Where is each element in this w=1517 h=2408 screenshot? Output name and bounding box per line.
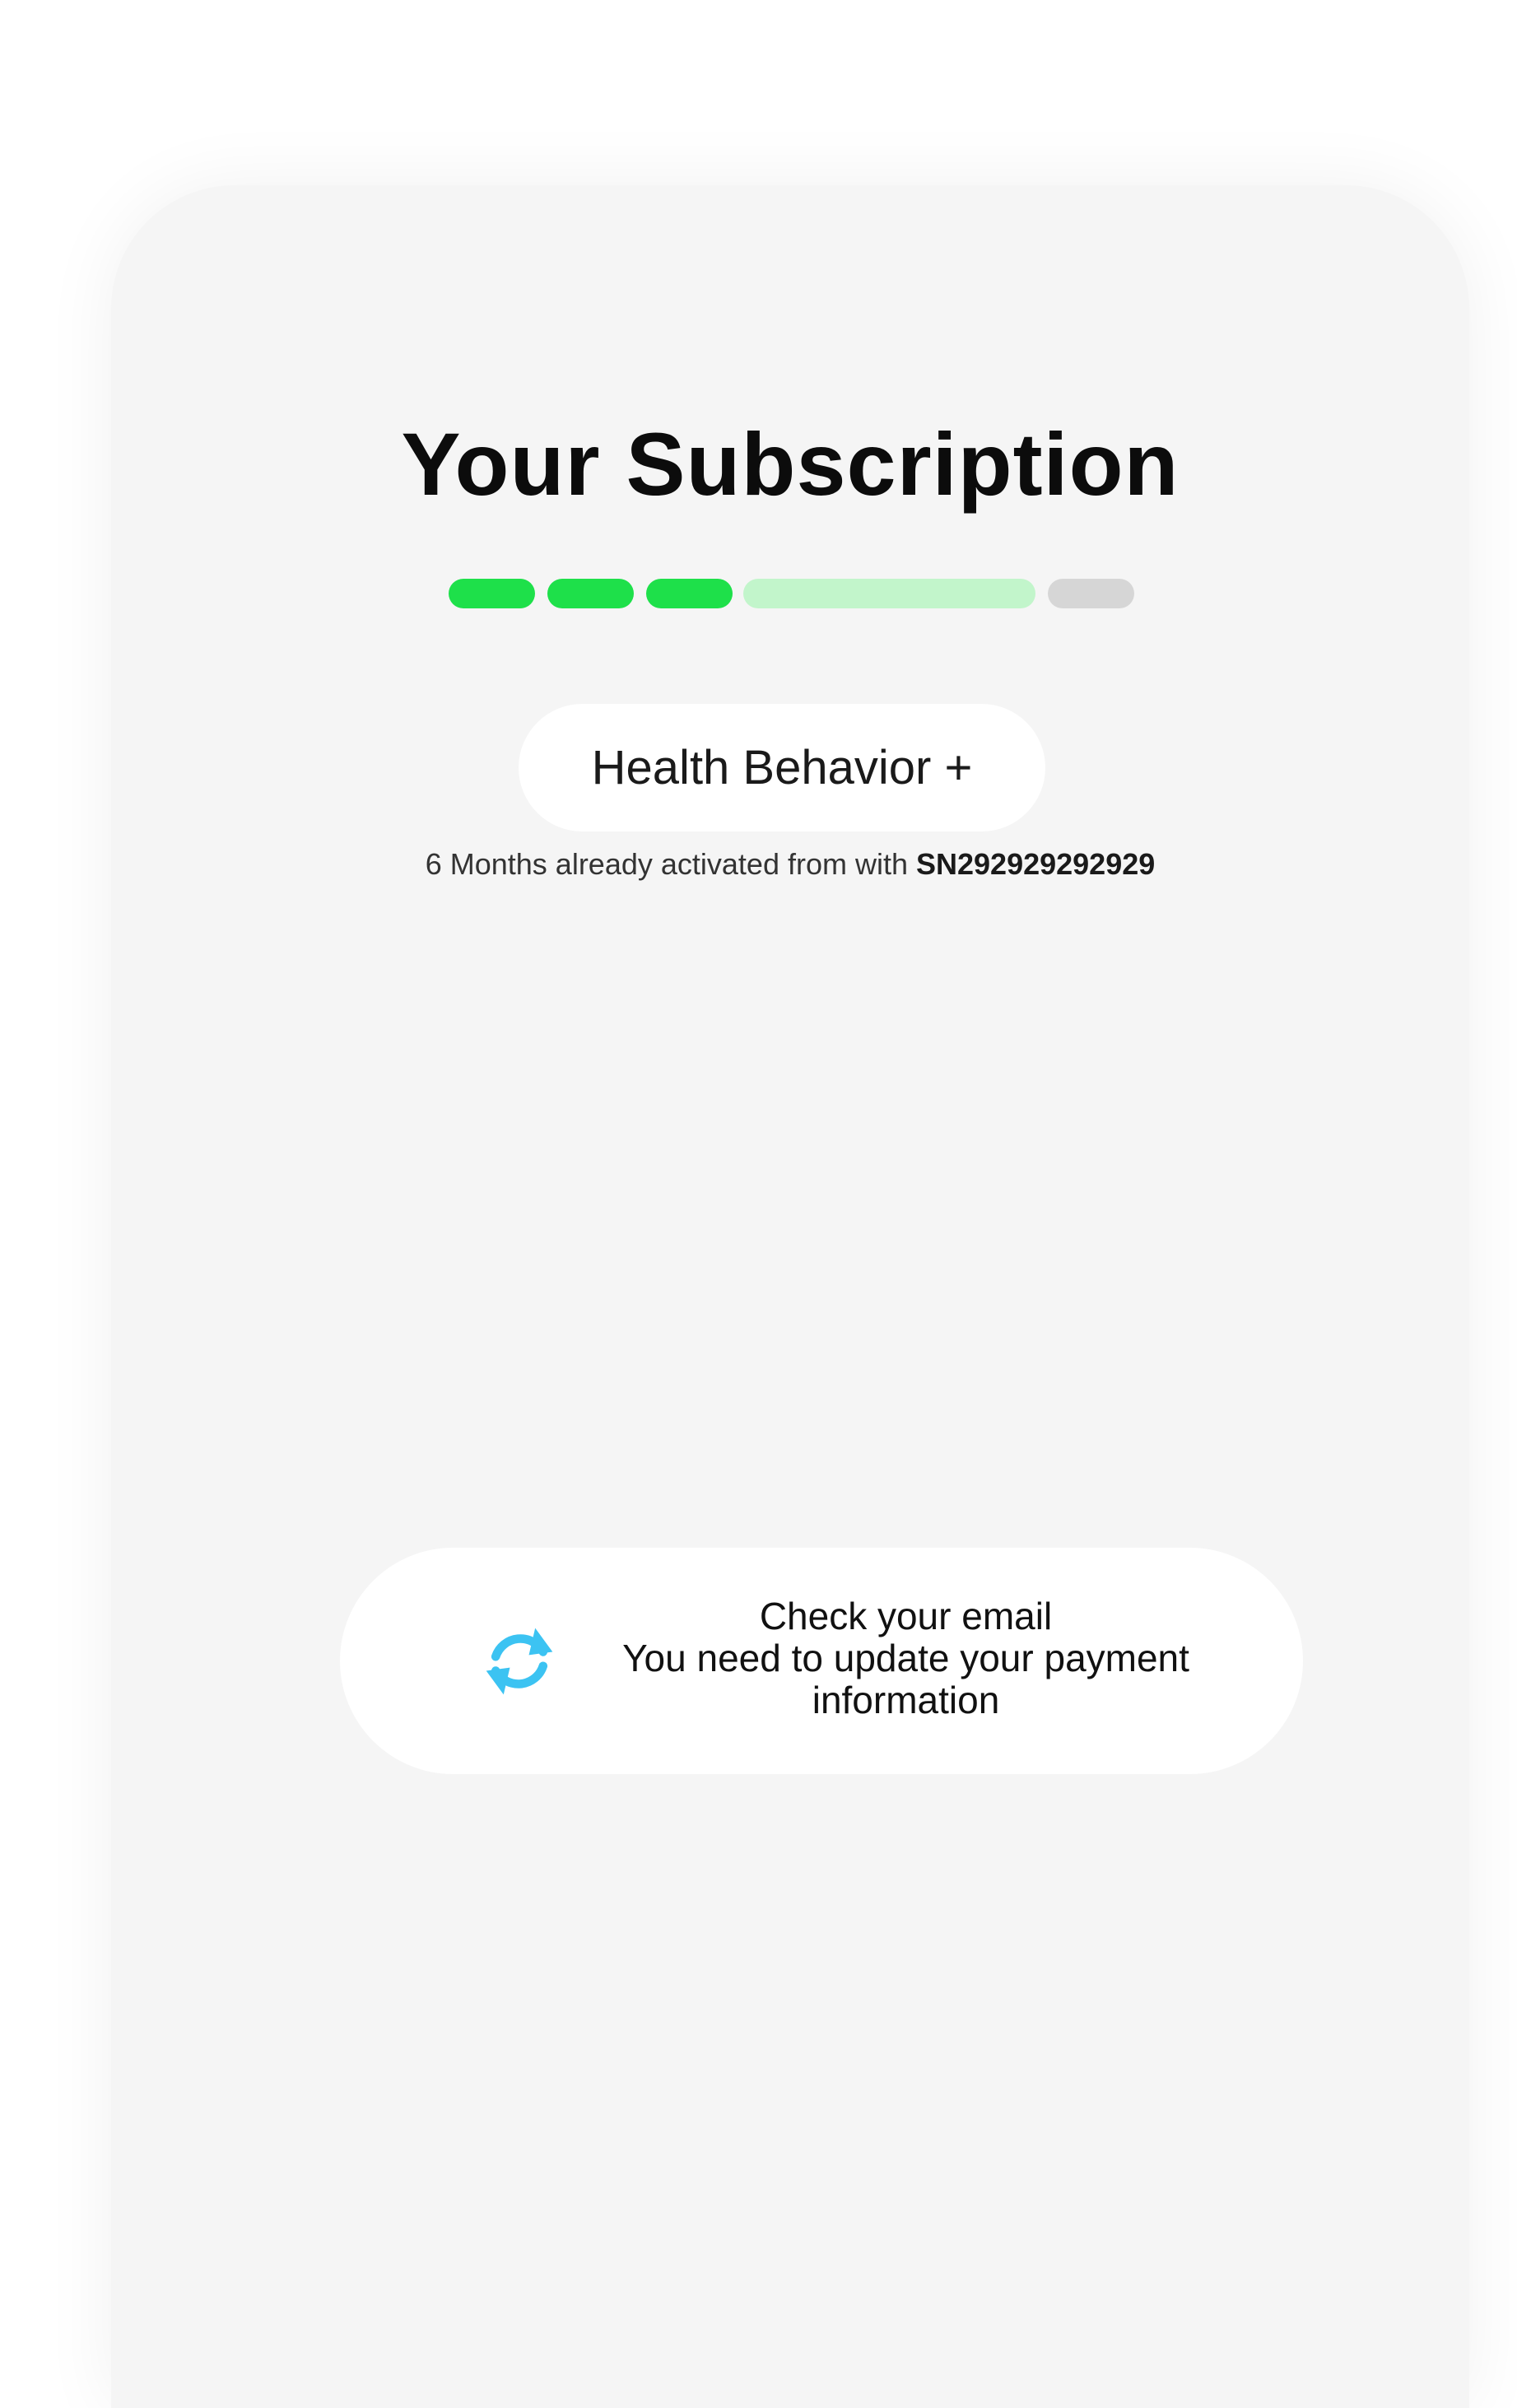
progress-step-3 <box>646 579 733 608</box>
payment-update-notice[interactable]: Check your email You need to update your… <box>340 1548 1303 1774</box>
notice-body-line-2: information <box>812 1679 1000 1721</box>
notice-body-line-1: You need to update your payment <box>622 1637 1189 1679</box>
plan-name-button[interactable]: Health Behavior + <box>519 704 1045 831</box>
progress-step-2 <box>547 579 634 608</box>
notice-message: Check your email You need to update your… <box>575 1595 1237 1721</box>
progress-step-1 <box>449 579 535 608</box>
page-title: Your Subscription <box>401 414 1180 514</box>
activation-text: 6 Months already activated from with <box>425 847 908 881</box>
progress-step-4 <box>743 579 1035 608</box>
notice-title: Check your email <box>759 1595 1053 1637</box>
sync-icon <box>486 1628 553 1695</box>
subscription-screen: Your Subscription Health Behavior + 6 Mo… <box>111 185 1469 2408</box>
activation-note: 6 Months already activated from with SN2… <box>111 846 1469 882</box>
progress-step-5 <box>1048 579 1134 608</box>
serial-number: SN292929292929 <box>916 847 1156 881</box>
